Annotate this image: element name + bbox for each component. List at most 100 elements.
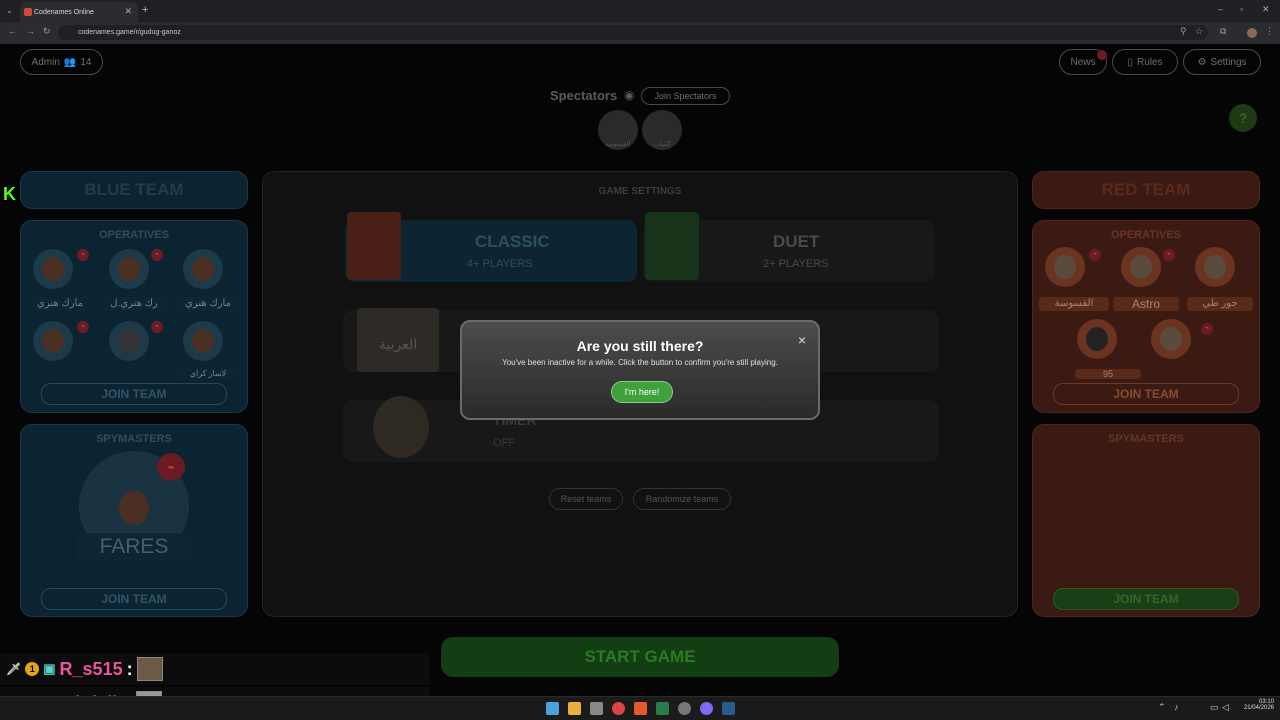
bookmark-star-icon[interactable]: ☆ — [1195, 26, 1203, 37]
classic-label: CLASSIC — [475, 232, 550, 251]
mic-icon[interactable]: ♪ — [1174, 702, 1179, 712]
chat-username: R_s515 — [59, 658, 123, 679]
gear-icon: ⚙ — [1197, 56, 1207, 68]
timer-value: OFF — [493, 437, 515, 449]
tray-chevron-icon[interactable]: ⌃ — [1158, 702, 1166, 713]
duet-sub: 2+ PLAYERS — [763, 258, 829, 270]
eye-icon: ◉ — [624, 88, 635, 102]
menu-icon[interactable]: ⋮ — [1265, 26, 1274, 37]
discord-icon[interactable] — [700, 702, 713, 715]
player-avatar — [1195, 247, 1235, 287]
tab-search-icon[interactable]: ⌄ — [6, 6, 13, 15]
start-menu-icon[interactable] — [546, 702, 559, 715]
join-blue-operatives-button[interactable]: JOIN TEAM — [41, 383, 227, 405]
player-avatar — [1151, 319, 1191, 359]
player-avatar — [109, 321, 149, 361]
forward-icon[interactable]: → — [26, 26, 35, 36]
blue-operatives-panel: OPERATIVES ⌁ ⌁ مارك هنري رك هنري.ل مارك … — [20, 220, 248, 413]
news-label: News — [1070, 56, 1096, 68]
disconnected-icon: ⌁ — [77, 321, 89, 333]
disconnected-icon: ⌁ — [1201, 323, 1213, 335]
language-card: العربية — [357, 308, 439, 372]
player-name: مارك هنري — [175, 297, 241, 311]
volume-icon[interactable]: ◁ — [1222, 702, 1229, 713]
disconnected-icon: ⌁ — [77, 249, 89, 261]
reload-icon[interactable]: ↻ — [43, 26, 51, 37]
date: 21/04/2026 — [1243, 705, 1274, 711]
disconnected-icon: ⌁ — [1163, 249, 1175, 261]
im-here-button[interactable]: I'm here! — [611, 381, 673, 403]
classic-mode-option[interactable]: CLASSIC 4+ PLAYERS — [345, 212, 637, 282]
chrome-icon[interactable] — [612, 702, 625, 715]
player-avatar — [1121, 247, 1161, 287]
profile-avatar[interactable] — [1247, 28, 1257, 38]
maximize-icon[interactable]: ▫ — [1240, 4, 1243, 14]
operatives-label: OPERATIVES — [98, 229, 170, 241]
modal-message: You've been inactive for a while. Click … — [502, 358, 778, 367]
url-text: codenames.game/r/gudug-ganoz — [78, 29, 181, 36]
spymasters-label: SPYMASTERS — [1108, 433, 1184, 445]
browser-icon[interactable] — [678, 702, 691, 715]
player-name: مارك هنري — [27, 297, 93, 311]
brave-icon[interactable] — [634, 702, 647, 715]
red-spymasters-panel: SPYMASTERS JOIN TEAM — [1032, 424, 1260, 617]
sword-icon: 🗡 — [6, 662, 22, 676]
rules-button[interactable]: ▯ Rules — [1112, 49, 1178, 75]
favicon-icon — [24, 8, 32, 16]
player-avatar — [33, 321, 73, 361]
player-avatar — [1045, 247, 1085, 287]
red-team-title: RED TEAM — [1032, 171, 1260, 209]
back-icon[interactable]: ← — [8, 26, 17, 36]
address-bar[interactable]: codenames.game/r/gudug-ganoz — [58, 25, 1208, 40]
player-avatar — [33, 249, 73, 289]
admin-label: Admin — [31, 56, 60, 68]
game-settings-title: GAME SETTINGS — [598, 186, 682, 197]
inactivity-modal: × Are you still there? You've been inact… — [460, 320, 820, 420]
admin-button[interactable]: Admin 👥 14 — [20, 49, 103, 75]
classic-sub: 4+ PLAYERS — [467, 258, 533, 270]
close-tab-icon[interactable]: ✕ — [124, 6, 132, 17]
extensions-icon[interactable]: ⧉ — [1220, 26, 1226, 37]
store-icon[interactable] — [590, 702, 603, 715]
modal-title: Are you still there? — [576, 338, 704, 354]
help-button[interactable]: ? — [1229, 104, 1257, 132]
network-icon[interactable]: ▭ — [1210, 702, 1219, 713]
news-badge — [1097, 50, 1107, 60]
join-red-operatives-button[interactable]: JOIN TEAM — [1053, 383, 1239, 405]
taskbar: ⌃ ♪ ▭ ◁ 03:10 21/04/2026 — [0, 696, 1280, 720]
duet-mode-option[interactable]: DUET 2+ PLAYERS — [643, 212, 935, 282]
player-name: القسوسة — [1039, 297, 1109, 311]
minimize-icon[interactable]: – — [1218, 4, 1223, 14]
player-name: رك هنري.ل — [101, 297, 167, 311]
start-game-button[interactable]: START GAME — [441, 637, 839, 677]
join-spectators-button[interactable]: Join Spectators — [641, 87, 730, 105]
join-red-spymaster-button[interactable]: JOIN TEAM — [1053, 588, 1239, 610]
spymaster-name: FARES — [77, 533, 191, 561]
join-blue-spymaster-button[interactable]: JOIN TEAM — [41, 588, 227, 610]
red-operatives-panel: OPERATIVES ⌁ ⌁ القسوسة Astro جور طي ⌁ 95… — [1032, 220, 1260, 413]
duet-label: DUET — [773, 232, 820, 251]
steam-icon[interactable] — [722, 702, 735, 715]
player-name: جور طي — [1187, 297, 1253, 311]
browser-tab[interactable]: Codenames Online ✕ — [20, 2, 138, 22]
player-avatar — [183, 249, 223, 289]
player-avatar — [109, 249, 149, 289]
zoom-icon[interactable]: ⚲ — [1180, 26, 1187, 37]
new-tab-icon[interactable]: + — [142, 4, 148, 16]
disconnected-icon: ⌁ — [151, 321, 163, 333]
chat-emote — [136, 657, 163, 681]
gift-badge-icon: ▣ — [43, 661, 56, 676]
player-name: لاسار كراي — [175, 369, 241, 379]
spectators-label: Spectators — [550, 88, 618, 103]
reset-teams-button[interactable]: Reset teams — [549, 488, 623, 510]
close-window-icon[interactable]: ✕ — [1262, 4, 1270, 15]
app-icon[interactable] — [656, 702, 669, 715]
bookmark-icon: ▯ — [1127, 56, 1133, 68]
randomize-teams-button[interactable]: Randomize teams — [633, 488, 731, 510]
settings-button[interactable]: ⚙ Settings — [1183, 49, 1261, 75]
clock[interactable]: 03:10 21/04/2026 — [1236, 699, 1274, 711]
player-count: 14 — [80, 56, 92, 68]
player-name: 95 — [1075, 369, 1141, 379]
disconnected-icon: ⌁ — [151, 249, 163, 261]
file-explorer-icon[interactable] — [568, 702, 581, 715]
